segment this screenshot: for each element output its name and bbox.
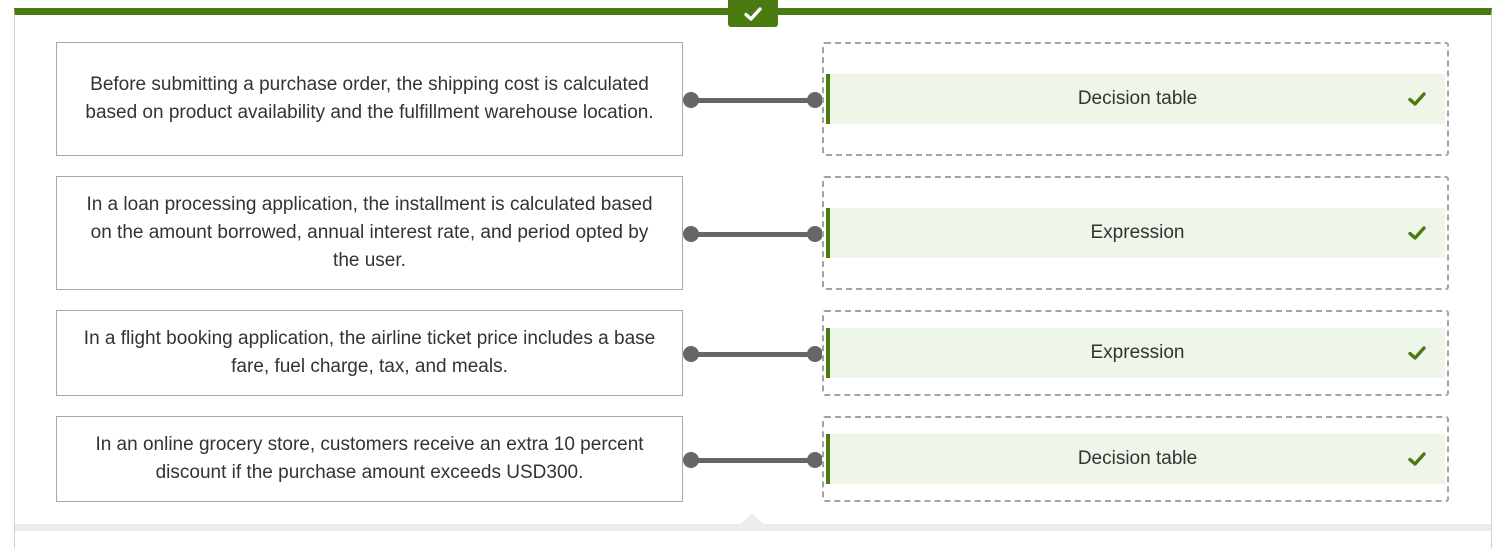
prompt-card: In a loan processing application, the in…: [56, 176, 683, 290]
drop-zone[interactable]: Expression: [822, 176, 1449, 290]
drop-zone[interactable]: Decision table: [822, 416, 1449, 502]
bottom-divider: [15, 524, 1491, 531]
match-connector: [683, 346, 823, 362]
answer-label: Expression: [1090, 342, 1185, 363]
drop-zone[interactable]: Decision table: [822, 42, 1449, 156]
prompt-text: In a loan processing application, the in…: [86, 194, 653, 271]
prompt-text: In an online grocery store, customers re…: [95, 434, 644, 483]
answer-tile[interactable]: Expression: [826, 208, 1445, 258]
prompt-text: In a flight booking application, the air…: [83, 328, 656, 377]
answer-label: Decision table: [1077, 88, 1198, 109]
prompt-card: In an online grocery store, customers re…: [56, 416, 683, 502]
bottom-notch: [739, 514, 765, 525]
result-badge: [728, 0, 778, 27]
correct-check-icon: [1408, 346, 1426, 360]
checkmark-icon: [744, 6, 762, 21]
drop-zone[interactable]: Expression: [822, 310, 1449, 396]
prompt-text: Before submitting a purchase order, the …: [85, 74, 654, 123]
prompt-card: In a flight booking application, the air…: [56, 310, 683, 396]
answer-tile[interactable]: Expression: [826, 328, 1445, 378]
answer-tile[interactable]: Decision table: [826, 74, 1445, 124]
prompt-card: Before submitting a purchase order, the …: [56, 42, 683, 156]
answer-label: Expression: [1090, 222, 1185, 243]
correct-check-icon: [1408, 226, 1426, 240]
match-connector: [683, 92, 823, 108]
answer-label: Decision table: [1077, 448, 1198, 469]
answer-tile[interactable]: Decision table: [826, 434, 1445, 484]
correct-check-icon: [1408, 92, 1426, 106]
match-connector: [683, 452, 823, 468]
match-connector: [683, 226, 823, 242]
correct-check-icon: [1408, 452, 1426, 466]
